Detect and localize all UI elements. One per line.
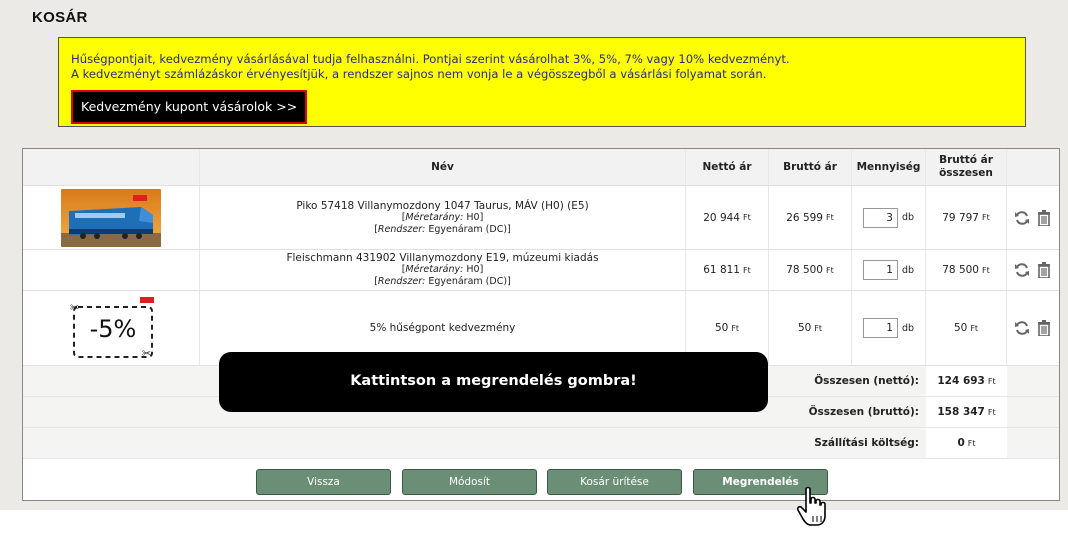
quantity-unit: db xyxy=(901,212,915,223)
gross-price: 78 500 Ft xyxy=(769,250,852,290)
header-gross-total: Bruttó ár összesen xyxy=(926,149,1007,185)
line-total: 78 500 Ft xyxy=(926,250,1007,290)
refresh-icon[interactable] xyxy=(1013,261,1031,279)
quantity-input[interactable]: 1 xyxy=(862,318,898,338)
product-system: [Rendszer: Egyenáram (DC)] xyxy=(374,223,511,235)
product-name[interactable]: 5% hűségpont kedvezmény xyxy=(370,322,516,334)
notice-line-2: A kedvezményt számlázáskor érvényesítjük… xyxy=(71,67,767,81)
quantity-input[interactable]: 3 xyxy=(862,207,898,228)
coupon-text: -5% xyxy=(89,315,137,343)
page-title: KOSÁR xyxy=(32,9,88,26)
trash-icon[interactable] xyxy=(1035,261,1053,279)
hand-pointer-icon xyxy=(796,486,830,528)
coupon-image[interactable]: ✂ ✂ -5% xyxy=(66,295,156,361)
product-system: [Rendszer: Egyenáram (DC)] xyxy=(374,276,511,287)
summary-shipping-label: Szállítási költség: xyxy=(814,437,919,449)
summary-gross-value: 158 347 Ft xyxy=(926,397,1007,427)
product-scale: [Méretarány: H0] xyxy=(401,264,484,275)
buy-coupon-button[interactable]: Kedvezmény kupont vásárolok >> xyxy=(71,90,308,124)
net-price: 20 944 Ft xyxy=(686,186,769,249)
header-gross-price: Bruttó ár xyxy=(769,149,852,185)
summary-shipping-value: 0 Ft xyxy=(926,428,1007,458)
quantity-cell: 1 db xyxy=(852,250,926,290)
row-actions xyxy=(1007,186,1059,249)
summary-shipping-row: Szállítási költség: 0 Ft xyxy=(23,428,1059,459)
gross-price: 26 599 Ft xyxy=(769,186,852,249)
empty-cart-button[interactable]: Kosár ürítése xyxy=(547,469,682,495)
header-net-price: Nettó ár xyxy=(686,149,769,185)
header-total-line2: összesen xyxy=(939,167,993,179)
header-quantity: Mennyiség xyxy=(852,149,926,185)
back-button[interactable]: Vissza xyxy=(256,469,391,495)
quantity-input[interactable]: 1 xyxy=(862,260,898,280)
line-total: 79 797 Ft xyxy=(926,186,1007,249)
quantity-unit: db xyxy=(901,322,915,334)
table-header: Név Nettó ár Bruttó ár Mennyiség Bruttó … xyxy=(23,149,1059,186)
quantity-unit: db xyxy=(901,264,915,276)
line-total: 50 Ft xyxy=(926,291,1007,365)
product-scale: [Méretarány: H0] xyxy=(401,211,484,223)
product-name-cell: Piko 57418 Villanymozdony 1047 Taurus, M… xyxy=(200,186,686,249)
header-total-line1: Bruttó ár xyxy=(939,154,993,166)
locomotive-photo[interactable] xyxy=(61,188,161,247)
refresh-icon[interactable] xyxy=(1013,209,1031,227)
trash-icon[interactable] xyxy=(1035,319,1053,337)
header-image xyxy=(23,149,200,185)
summary-gross-label: Összesen (bruttó): xyxy=(808,406,919,418)
table-row: Fleischmann 431902 Villanymozdony E19, m… xyxy=(23,250,1059,291)
product-image-cell xyxy=(23,250,200,290)
modify-button[interactable]: Módosít xyxy=(402,469,537,495)
quantity-cell: 3 db xyxy=(852,186,926,249)
row-actions xyxy=(1007,250,1059,290)
cart-table: Név Nettó ár Bruttó ár Mennyiség Bruttó … xyxy=(22,148,1060,501)
header-actions xyxy=(1007,149,1059,185)
product-image-cell: ✂ ✂ -5% xyxy=(23,291,200,365)
trash-icon[interactable] xyxy=(1035,209,1053,227)
product-name[interactable]: Piko 57418 Villanymozdony 1047 Taurus, M… xyxy=(296,200,588,212)
gross-price: 50 Ft xyxy=(769,291,852,365)
quantity-cell: 1 db xyxy=(852,291,926,365)
svg-text:✂: ✂ xyxy=(70,301,79,314)
loyalty-notice: Hűségpontjait, kedvezmény vásárlásával t… xyxy=(58,37,1026,127)
instruction-tooltip: Kattintson a megrendelés gombra! xyxy=(219,352,768,412)
refresh-icon[interactable] xyxy=(1013,319,1031,337)
net-price: 61 811 Ft xyxy=(686,250,769,290)
table-row: Piko 57418 Villanymozdony 1047 Taurus, M… xyxy=(23,186,1059,250)
svg-text:✂: ✂ xyxy=(142,347,151,360)
summary-net-value: 124 693 Ft xyxy=(926,366,1007,396)
row-actions xyxy=(1007,291,1059,365)
header-name: Név xyxy=(200,149,686,185)
summary-net-label: Összesen (nettó): xyxy=(814,375,919,387)
product-name-cell: Fleischmann 431902 Villanymozdony E19, m… xyxy=(200,250,686,290)
notice-line-1: Hűségpontjait, kedvezmény vásárlásával t… xyxy=(71,52,790,66)
product-name[interactable]: Fleischmann 431902 Villanymozdony E19, m… xyxy=(286,252,598,264)
product-image-cell xyxy=(23,186,200,249)
